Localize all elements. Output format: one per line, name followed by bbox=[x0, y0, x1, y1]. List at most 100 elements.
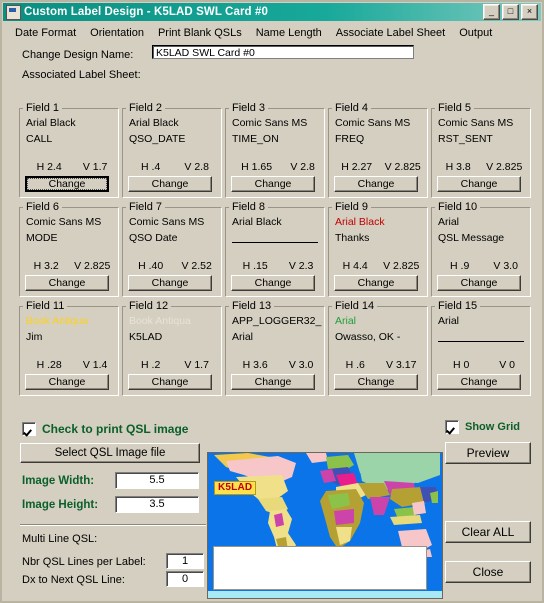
field-body: Arial QSL Message H .9 V 3.0 Change bbox=[432, 213, 530, 296]
qsl-image-preview[interactable]: K5LAD bbox=[207, 452, 443, 599]
change-button-label: Change bbox=[151, 178, 189, 190]
field-body: APP_LOGGER32_S Arial H 3.6 V 3.0 Change bbox=[226, 312, 324, 395]
field-v-value: V 1.7 bbox=[184, 359, 209, 371]
change-field-6-button[interactable]: Change bbox=[25, 275, 109, 291]
field-font-name: APP_LOGGER32_S bbox=[232, 315, 322, 327]
field-group-6: Field 6 Comic Sans MS MODE H 3.2 V 2.825 Chan… bbox=[19, 201, 119, 297]
change-button-label: Change bbox=[151, 277, 189, 289]
field-group-5: Field 5 Comic Sans MS RST_SENT H 3.8 V 2.825… bbox=[431, 102, 531, 198]
field-value-text: MODE bbox=[26, 232, 58, 244]
image-height-label: Image Height: bbox=[22, 499, 99, 511]
show-grid-label: Show Grid bbox=[465, 421, 520, 433]
field-legend: Field 4 bbox=[335, 102, 369, 114]
menu-item-date-format[interactable]: Date Format bbox=[8, 26, 83, 40]
field-group-1: Field 1 Arial Black CALL H 2.4 V 1.7 Change bbox=[19, 102, 119, 198]
field-font-name: Arial Black bbox=[335, 216, 385, 228]
change-button-label: Change bbox=[48, 277, 86, 289]
field-legend: Field 3 bbox=[232, 102, 266, 114]
change-field-9-button[interactable]: Change bbox=[334, 275, 418, 291]
menu-item-associate-label-sheet[interactable]: Associate Label Sheet bbox=[329, 26, 452, 40]
menu-item-name-length[interactable]: Name Length bbox=[249, 26, 329, 40]
field-value-text bbox=[438, 331, 524, 342]
image-height-input[interactable]: 3.5 bbox=[115, 496, 199, 513]
field-legend: Field 13 bbox=[232, 300, 272, 312]
associated-label-sheet-label: Associated Label Sheet: bbox=[22, 69, 141, 81]
field-body: Book Antiqua Jim H .28 V 1.4 Change bbox=[20, 312, 118, 395]
app-window-icon bbox=[6, 4, 21, 20]
change-field-15-button[interactable]: Change bbox=[437, 374, 521, 390]
change-field-10-button[interactable]: Change bbox=[437, 275, 521, 291]
field-v-value: V 1.7 bbox=[82, 161, 108, 173]
menu-item-output[interactable]: Output bbox=[452, 26, 499, 40]
image-width-input[interactable]: 5.5 bbox=[115, 472, 199, 489]
nbr-qsl-lines-input[interactable]: 1 bbox=[166, 553, 204, 569]
checkbox-icon-show-grid[interactable] bbox=[445, 420, 459, 434]
change-field-8-button[interactable]: Change bbox=[231, 275, 315, 291]
change-button-label: Change bbox=[254, 376, 292, 388]
custom-label-design-window: Custom Label Design - K5LAD SWL Card #0 … bbox=[0, 0, 544, 603]
design-name-input[interactable]: K5LAD SWL Card #0 bbox=[152, 45, 414, 59]
menu-item-print-blank-qsls[interactable]: Print Blank QSLs bbox=[151, 26, 249, 40]
field-dimensions: H 3.2 V 2.825 bbox=[26, 260, 118, 272]
qsl-text-panel bbox=[213, 546, 427, 590]
change-field-7-button[interactable]: Change bbox=[128, 275, 212, 291]
show-grid-checkbox-row[interactable]: Show Grid bbox=[445, 420, 520, 434]
section-divider bbox=[20, 524, 206, 526]
change-field-2-button[interactable]: Change bbox=[128, 176, 212, 192]
field-legend: Field 11 bbox=[26, 300, 65, 312]
change-field-12-button[interactable]: Change bbox=[128, 374, 212, 390]
field-font-name: Arial Black bbox=[26, 117, 76, 129]
field-font-name: Book Antiqua bbox=[129, 315, 191, 327]
field-h-value: H 3.2 bbox=[33, 260, 59, 272]
change-field-13-button[interactable]: Change bbox=[231, 374, 315, 390]
design-header: Change Design Name: K5LAD SWL Card #0 As… bbox=[2, 41, 542, 87]
change-field-11-button[interactable]: Change bbox=[25, 374, 109, 390]
field-value-text: Thanks bbox=[335, 232, 370, 244]
field-h-value: H .15 bbox=[242, 260, 268, 272]
dx-next-qsl-line-label: Dx to Next QSL Line: bbox=[22, 574, 125, 586]
change-field-1-button[interactable]: Change bbox=[25, 176, 109, 192]
field-dimensions: H .2 V 1.7 bbox=[129, 359, 221, 371]
maximize-button[interactable]: □ bbox=[502, 4, 519, 20]
field-font-name: Arial Black bbox=[129, 117, 179, 129]
field-font-name: Comic Sans MS bbox=[335, 117, 411, 129]
change-field-3-button[interactable]: Change bbox=[231, 176, 315, 192]
change-design-name-label: Change Design Name: bbox=[22, 49, 134, 61]
close-button[interactable]: Close bbox=[445, 561, 531, 583]
minimize-button[interactable]: _ bbox=[483, 4, 500, 20]
field-legend: Field 5 bbox=[438, 102, 472, 114]
field-group-9: Field 9 Arial Black Thanks H 4.4 V 2.825 Chan… bbox=[328, 201, 428, 297]
clear-all-button[interactable]: Clear ALL bbox=[445, 521, 531, 543]
field-group-2: Field 2 Arial Black QSO_DATE H .4 V 2.8 Chang… bbox=[122, 102, 222, 198]
field-dimensions: H .40 V 2.52 bbox=[129, 260, 221, 272]
field-value-text: FREQ bbox=[335, 133, 365, 145]
change-field-4-button[interactable]: Change bbox=[334, 176, 418, 192]
field-group-13: Field 13 APP_LOGGER32_S Arial H 3.6 V 3.0 Cha… bbox=[225, 300, 325, 396]
field-v-value: V 3.0 bbox=[493, 260, 518, 272]
checkbox-icon-print-qsl[interactable] bbox=[22, 422, 36, 436]
field-body: Comic Sans MS QSO Date H .40 V 2.52 Change bbox=[123, 213, 221, 296]
preview-button[interactable]: Preview bbox=[445, 442, 531, 464]
field-dimensions: H 1.65 V 2.8 bbox=[232, 161, 324, 173]
field-dimensions: H .6 V 3.17 bbox=[335, 359, 427, 371]
change-field-14-button[interactable]: Change bbox=[334, 374, 418, 390]
field-group-3: Field 3 Comic Sans MS TIME_ON H 1.65 V 2.8 Ch… bbox=[225, 102, 325, 198]
field-value-text bbox=[232, 232, 318, 243]
field-h-value: H .4 bbox=[141, 161, 161, 173]
menu-item-orientation[interactable]: Orientation bbox=[83, 26, 151, 40]
field-h-value: H 4.4 bbox=[342, 260, 368, 272]
field-dimensions: H .28 V 1.4 bbox=[26, 359, 118, 371]
print-qsl-image-checkbox-row[interactable]: Check to print QSL image bbox=[22, 422, 188, 436]
field-font-name: Comic Sans MS bbox=[438, 117, 514, 129]
field-legend: Field 12 bbox=[129, 300, 169, 312]
field-body: Comic Sans MS MODE H 3.2 V 2.825 Change bbox=[20, 213, 118, 296]
close-window-button[interactable]: × bbox=[521, 4, 538, 20]
field-legend: Field 8 bbox=[232, 201, 266, 213]
change-button-label: Change bbox=[151, 376, 189, 388]
multi-line-qsl-label: Multi Line QSL: bbox=[22, 533, 98, 545]
select-qsl-image-file-button[interactable]: Select QSL Image file bbox=[20, 443, 200, 463]
field-value-text: QSL Message bbox=[438, 232, 505, 244]
dx-next-qsl-line-input[interactable]: 0 bbox=[166, 571, 204, 587]
change-field-5-button[interactable]: Change bbox=[437, 176, 521, 192]
field-body: Book Antiqua K5LAD H .2 V 1.7 Change bbox=[123, 312, 221, 395]
